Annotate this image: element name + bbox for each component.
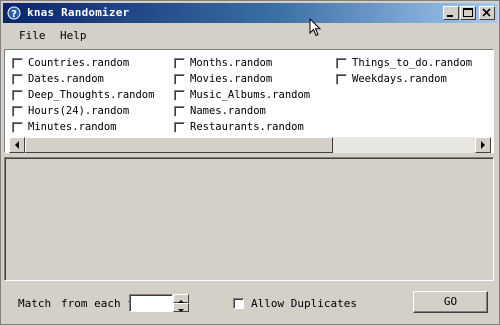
checkbox[interactable] — [12, 106, 23, 117]
window-title: knas Randomizer — [27, 6, 130, 19]
checkbox-label: Minutes.random — [28, 121, 117, 133]
menu-file[interactable]: File — [19, 29, 46, 42]
app-icon: ? — [7, 6, 21, 20]
checkbox[interactable] — [174, 74, 185, 85]
checkbox-label: Movies.random — [190, 73, 273, 85]
menu-help[interactable]: Help — [60, 29, 87, 42]
checkbox-label: Months.random — [190, 57, 273, 69]
arrow-left-icon — [15, 141, 19, 149]
allow-duplicates-label: Allow Duplicates — [251, 297, 357, 310]
scroll-right-button[interactable] — [475, 137, 491, 153]
spin-down-icon — [178, 309, 184, 312]
scroll-left-button[interactable] — [9, 137, 25, 153]
checkbox[interactable] — [336, 74, 347, 85]
title-bar[interactable]: ? knas Randomizer — [3, 3, 497, 23]
checkbox[interactable] — [12, 122, 23, 133]
checkbox[interactable] — [174, 106, 185, 117]
checkbox[interactable] — [12, 58, 23, 69]
minimize-button[interactable] — [443, 6, 459, 20]
close-button[interactable] — [479, 6, 495, 20]
checkbox[interactable] — [174, 122, 185, 133]
checkbox-label: Things_to_do.random — [352, 57, 473, 69]
checkbox-label: Dates.random — [28, 73, 104, 85]
checkbox[interactable] — [336, 58, 347, 69]
close-icon — [482, 8, 491, 17]
checkbox[interactable] — [174, 90, 185, 101]
mouse-cursor-icon — [309, 18, 322, 37]
scroll-thumb[interactable] — [25, 137, 333, 153]
minimize-icon — [447, 15, 453, 17]
go-button[interactable]: GO — [413, 291, 488, 313]
horizontal-scrollbar[interactable] — [9, 137, 491, 153]
svg-text:?: ? — [11, 9, 17, 20]
match-label: Match — [18, 297, 52, 310]
checkbox-label: Names.random — [190, 105, 266, 117]
checkbox-label: Hours(24).random — [28, 105, 130, 117]
checkbox-label: Music_Albums.random — [190, 89, 311, 101]
checkbox[interactable] — [233, 298, 244, 309]
checkbox-label: Restaurants.random — [190, 121, 304, 133]
checkbox[interactable] — [174, 58, 185, 69]
output-area[interactable] — [4, 157, 494, 281]
match-count-input[interactable] — [129, 294, 173, 312]
arrow-right-icon — [481, 141, 485, 149]
menu-bar: File Help — [3, 25, 497, 45]
checkbox[interactable] — [12, 90, 23, 101]
app-window: ? knas Randomizer File Help Countries.ra… — [0, 0, 500, 325]
checkbox-label: Weekdays.random — [352, 73, 447, 85]
checkbox-label: Countries.random — [28, 57, 130, 69]
checkbox[interactable] — [12, 74, 23, 85]
checkbox-label: Deep_Thoughts.random — [28, 89, 155, 101]
maximize-button[interactable] — [460, 6, 476, 20]
spin-down-button[interactable] — [173, 303, 189, 312]
spin-up-button[interactable] — [173, 294, 189, 303]
maximize-icon — [463, 8, 473, 17]
